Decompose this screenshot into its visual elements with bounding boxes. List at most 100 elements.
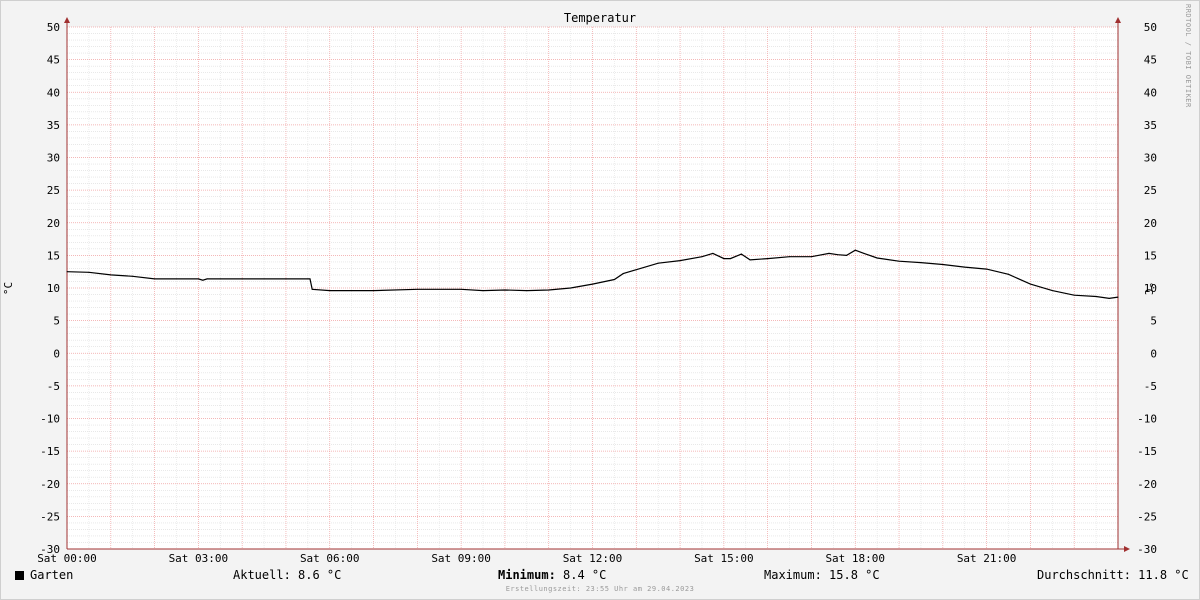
y-axis-unit-right: °C bbox=[1142, 281, 1156, 296]
data-point bbox=[789, 256, 791, 258]
y-tick-label-right: 5 bbox=[1150, 315, 1157, 328]
data-point bbox=[1029, 283, 1031, 285]
legend-average: Durchschnitt: 11.8 °C bbox=[1037, 568, 1189, 582]
data-point bbox=[712, 252, 714, 254]
data-point bbox=[132, 275, 134, 277]
data-point bbox=[592, 283, 593, 285]
data-point bbox=[241, 278, 243, 280]
y-tick-label-left: 10 bbox=[47, 282, 60, 295]
y-tick-label-left: 45 bbox=[47, 54, 60, 67]
data-point bbox=[837, 254, 839, 256]
y-tick-label-left: 40 bbox=[47, 86, 60, 99]
data-point bbox=[898, 260, 900, 262]
data-point bbox=[740, 253, 742, 255]
data-point bbox=[548, 289, 550, 291]
y-tick-label-left: 15 bbox=[47, 249, 60, 262]
data-point bbox=[986, 268, 988, 270]
data-point bbox=[309, 278, 311, 280]
data-point bbox=[504, 289, 506, 291]
y-tick-label-left: -25 bbox=[40, 510, 60, 523]
data-point bbox=[1095, 295, 1097, 297]
chart-title: Temperatur bbox=[563, 11, 637, 25]
legend-swatch-icon bbox=[15, 571, 24, 580]
y-tick-label-right: -25 bbox=[1137, 510, 1157, 523]
data-point bbox=[110, 274, 112, 276]
y-tick-label-right: 35 bbox=[1144, 119, 1157, 132]
data-point bbox=[613, 279, 615, 281]
y-tick-label-left: -5 bbox=[47, 380, 60, 393]
data-point bbox=[701, 256, 703, 258]
data-point bbox=[679, 260, 681, 262]
data-point bbox=[622, 273, 624, 275]
data-point bbox=[942, 264, 944, 266]
legend-minimum-label: Minimum: bbox=[498, 568, 556, 582]
data-point bbox=[88, 271, 90, 273]
x-tick-label: Sat 06:00 bbox=[300, 552, 360, 565]
x-tick-label: Sat 03:00 bbox=[169, 552, 229, 565]
x-tick-label: Sat 21:00 bbox=[957, 552, 1017, 565]
data-point bbox=[66, 271, 68, 273]
data-point bbox=[197, 278, 199, 280]
legend-minimum-value: 8.4 °C bbox=[555, 568, 607, 582]
data-point bbox=[1051, 290, 1053, 292]
x-tick-label: Sat 15:00 bbox=[694, 552, 754, 565]
data-point bbox=[307, 278, 309, 280]
y-tick-label-right: 25 bbox=[1144, 184, 1157, 197]
y-tick-label-left: -10 bbox=[40, 413, 60, 426]
y-tick-label-right: -15 bbox=[1137, 445, 1157, 458]
y-tick-label-right: 40 bbox=[1144, 86, 1157, 99]
data-point bbox=[767, 258, 769, 260]
data-point bbox=[810, 256, 812, 258]
data-point bbox=[219, 278, 221, 280]
data-point bbox=[920, 262, 922, 264]
data-point bbox=[1073, 294, 1075, 296]
y-tick-label-left: 0 bbox=[53, 347, 60, 360]
legend-minimum: Minimum: 8.4 °C bbox=[498, 568, 606, 582]
data-point bbox=[373, 290, 375, 292]
data-point bbox=[416, 288, 418, 290]
x-tick-label: Sat 09:00 bbox=[431, 552, 491, 565]
y-tick-label-right: 15 bbox=[1144, 249, 1157, 262]
legend-series: Garten bbox=[15, 568, 73, 582]
chart-canvas: 50 5045 4540 4035 3530 3025 2520 2015 1510 105 50 0… bbox=[37, 17, 1157, 565]
data-point bbox=[723, 258, 725, 260]
legend-maximum: Maximum: 15.8 °C bbox=[764, 568, 880, 582]
y-axis-unit-left: °C bbox=[2, 281, 16, 296]
x-tick-label: Sat 12:00 bbox=[563, 552, 623, 565]
y-tick-label-right: -20 bbox=[1137, 478, 1157, 491]
x-tick-label: Sat 00:00 bbox=[37, 552, 97, 565]
y-tick-label-left: 35 bbox=[47, 119, 60, 132]
legend-current: Aktuell: 8.6 °C bbox=[233, 568, 342, 582]
y-tick-label-right: 20 bbox=[1144, 217, 1157, 230]
y-tick-label-left: 5 bbox=[53, 315, 60, 328]
y-tick-label-left: -15 bbox=[40, 445, 60, 458]
y-tick-label-right: -10 bbox=[1137, 413, 1157, 426]
data-point bbox=[526, 290, 528, 292]
data-point bbox=[876, 257, 878, 259]
data-point bbox=[263, 278, 265, 280]
legend-series-name: Garten bbox=[30, 568, 74, 582]
data-point bbox=[311, 288, 313, 290]
data-point bbox=[828, 252, 830, 254]
data-point bbox=[329, 290, 331, 292]
y-tick-label-right: -30 bbox=[1137, 543, 1157, 556]
data-point bbox=[570, 287, 572, 289]
data-point bbox=[175, 278, 177, 280]
data-point bbox=[206, 278, 208, 280]
data-point bbox=[460, 288, 462, 290]
y-tick-label-left: -20 bbox=[40, 478, 60, 491]
data-point bbox=[863, 252, 865, 254]
data-point bbox=[154, 278, 156, 280]
y-tick-label-left: 20 bbox=[47, 217, 60, 230]
y-tick-label-right: 30 bbox=[1144, 152, 1157, 165]
x-tick-label: Sat 18:00 bbox=[825, 552, 885, 565]
data-point bbox=[635, 269, 637, 271]
y-tick-label-right: -5 bbox=[1144, 380, 1157, 393]
data-point bbox=[749, 259, 751, 261]
data-point bbox=[285, 278, 287, 280]
y-tick-label-right: 45 bbox=[1144, 54, 1157, 67]
data-point bbox=[1108, 297, 1110, 299]
data-point bbox=[1008, 273, 1010, 275]
creation-timestamp: Erstellungszeit: 23:55 Uhr am 29.04.2023 bbox=[505, 585, 695, 593]
y-tick-label-right: 0 bbox=[1150, 347, 1157, 360]
